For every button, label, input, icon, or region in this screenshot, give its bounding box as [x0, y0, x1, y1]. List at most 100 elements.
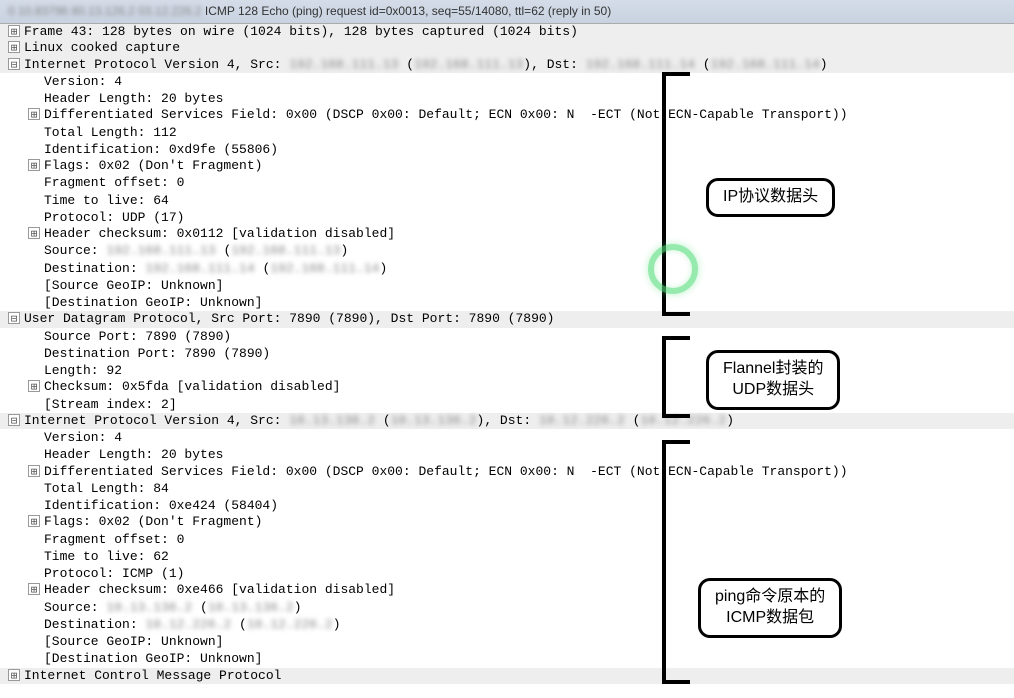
tree-row[interactable]: Version: 4 — [0, 429, 1014, 446]
row-text: Internet Protocol Version 4, Src: 192.16… — [24, 57, 1014, 73]
redacted-ip: 10.12.226.2 — [145, 617, 231, 632]
expander-placeholder — [28, 446, 40, 458]
tree-row[interactable]: Fragment offset: 0 — [0, 174, 1014, 191]
row-text: User Datagram Protocol, Src Port: 7890 (… — [24, 311, 1014, 327]
collapse-icon[interactable]: ⊟ — [8, 58, 20, 70]
tree-row[interactable]: Destination: 192.168.111.14 (192.168.111… — [0, 260, 1014, 277]
expander-placeholder — [28, 565, 40, 577]
tree-row[interactable]: Source: 10.13.136.2 (10.13.136.2) — [0, 599, 1014, 616]
tree-row[interactable]: Identification: 0xe424 (58404) — [0, 497, 1014, 514]
collapse-icon[interactable]: ⊟ — [8, 414, 20, 426]
highlight-circle — [648, 244, 698, 294]
tree-row[interactable]: Time to live: 62 — [0, 548, 1014, 565]
redacted-ip: 192.168.111.13 — [106, 243, 215, 258]
redacted-ip: 192.168.111.13 — [289, 57, 398, 72]
expander-placeholder — [28, 633, 40, 645]
tree-row[interactable]: ⊞ Header checksum: 0xe466 [validation dis… — [0, 582, 1014, 598]
tree-row[interactable]: [Source GeoIP: Unknown] — [0, 277, 1014, 294]
tree-row[interactable]: Version: 4 — [0, 73, 1014, 90]
expander-placeholder — [28, 277, 40, 289]
tree-row[interactable]: Header Length: 20 bytes — [0, 90, 1014, 107]
tree-row[interactable]: Source: 192.168.111.13 (192.168.111.13) — [0, 242, 1014, 259]
tree-row[interactable]: Total Length: 112 — [0, 124, 1014, 141]
tree-row[interactable]: ⊞Linux cooked capture — [0, 40, 1014, 56]
tree-row[interactable]: Fragment offset: 0 — [0, 531, 1014, 548]
expand-icon[interactable]: ⊞ — [28, 108, 40, 120]
expander-placeholder — [28, 141, 40, 153]
row-text: Destination: 10.12.226.2 (10.12.226.2) — [44, 617, 1014, 633]
tree-row[interactable]: ⊞Checksum: 0x5fda [validation disabled] — [0, 379, 1014, 395]
expander-placeholder — [28, 599, 40, 611]
row-text: Differentiated Services Field: 0x00 (DSC… — [44, 107, 1014, 123]
expander-placeholder — [28, 345, 40, 357]
tree-row[interactable]: Destination: 10.12.226.2 (10.12.226.2) — [0, 616, 1014, 633]
row-text: Header checksum: 0xe466 [validation disa… — [44, 582, 1014, 598]
row-text: Protocol: UDP (17) — [44, 210, 1014, 226]
expander-placeholder — [28, 174, 40, 186]
tree-row[interactable]: Source Port: 7890 (7890) — [0, 328, 1014, 345]
row-text: Source Port: 7890 (7890) — [44, 329, 1014, 345]
tree-row[interactable]: ⊞Differentiated Services Field: 0x00 (DS… — [0, 464, 1014, 480]
row-text: Source: 10.13.136.2 (10.13.136.2) — [44, 600, 1014, 616]
expander-placeholder — [28, 209, 40, 221]
tree-row[interactable]: Identification: 0xd9fe (55806) — [0, 141, 1014, 158]
redacted-ip: 10.13.136.2 — [208, 600, 294, 615]
tree-row[interactable]: Time to live: 64 — [0, 192, 1014, 209]
expander-placeholder — [28, 260, 40, 272]
tree-row[interactable]: ⊞Frame 43: 128 bytes on wire (1024 bits)… — [0, 24, 1014, 40]
row-text: Total Length: 84 — [44, 481, 1014, 497]
tree-row[interactable]: Header Length: 20 bytes — [0, 446, 1014, 463]
redacted-ip: 192.168.111.13 — [414, 57, 523, 72]
expand-icon[interactable]: ⊞ — [28, 583, 40, 595]
expander-placeholder — [28, 242, 40, 254]
row-text: [Destination GeoIP: Unknown] — [44, 651, 1014, 667]
tree-row[interactable]: ⊞ Header checksum: 0x0112 [validation dis… — [0, 226, 1014, 242]
tree-row[interactable]: ⊞ Flags: 0x02 (Don't Fragment) — [0, 514, 1014, 530]
tree-row[interactable]: Destination Port: 7890 (7890) — [0, 345, 1014, 362]
redacted-ip: 192.168.111.14 — [270, 261, 379, 276]
expand-icon[interactable]: ⊞ — [28, 227, 40, 239]
redacted-ip: 10.12.226.2 — [539, 413, 625, 428]
expander-placeholder — [28, 616, 40, 628]
row-text: Header checksum: 0x0112 [validation disa… — [44, 226, 1014, 242]
expander-placeholder — [28, 396, 40, 408]
row-text: Source: 192.168.111.13 (192.168.111.13) — [44, 243, 1014, 259]
bracket-section-2 — [662, 336, 690, 418]
tree-row[interactable]: ⊟Internet Protocol Version 4, Src: 10.13… — [0, 413, 1014, 429]
tree-row[interactable]: ⊞ Differentiated Services Field: 0x00 (DS… — [0, 107, 1014, 123]
tree-row[interactable]: ⊟ User Datagram Protocol, Src Port: 7890 … — [0, 311, 1014, 327]
tree-row[interactable]: [Destination GeoIP: Unknown] — [0, 294, 1014, 311]
tree-row[interactable]: [Source GeoIP: Unknown] — [0, 633, 1014, 650]
row-text: Protocol: ICMP (1) — [44, 566, 1014, 582]
row-text: Identification: 0xd9fe (55806) — [44, 142, 1014, 158]
tree-row[interactable]: ⊞ Internet Control Message Protocol — [0, 668, 1014, 684]
expand-icon[interactable]: ⊞ — [8, 25, 20, 37]
tree-row[interactable]: ⊟ Internet Protocol Version 4, Src: 192.1… — [0, 57, 1014, 73]
expand-icon[interactable]: ⊞ — [28, 159, 40, 171]
row-text: Flags: 0x02 (Don't Fragment) — [44, 514, 1014, 530]
row-text: Internet Control Message Protocol — [24, 668, 1014, 684]
row-text: Time to live: 62 — [44, 549, 1014, 565]
expand-icon[interactable]: ⊞ — [28, 380, 40, 392]
tree-row[interactable]: ⊞Flags: 0x02 (Don't Fragment) — [0, 158, 1014, 174]
expander-placeholder — [28, 497, 40, 509]
tree-row[interactable]: Protocol: UDP (17) — [0, 209, 1014, 226]
expand-icon[interactable]: ⊞ — [8, 41, 20, 53]
tree-row[interactable]: [Stream index: 2] — [0, 396, 1014, 413]
row-text: Header Length: 20 bytes — [44, 447, 1014, 463]
packet-details-tree[interactable]: ⊞Frame 43: 128 bytes on wire (1024 bits)… — [0, 24, 1014, 684]
expand-icon[interactable]: ⊞ — [28, 465, 40, 477]
tree-row[interactable]: Length: 92 — [0, 362, 1014, 379]
expand-icon[interactable]: ⊞ — [8, 669, 20, 681]
expander-placeholder — [28, 192, 40, 204]
expander-placeholder — [28, 328, 40, 340]
collapse-icon[interactable]: ⊟ — [8, 312, 20, 324]
tree-row[interactable]: Total Length: 84 — [0, 480, 1014, 497]
tree-row[interactable]: Protocol: ICMP (1) — [0, 565, 1014, 582]
expander-placeholder — [28, 73, 40, 85]
redacted-ip: 10.12.226.2 — [247, 617, 333, 632]
tree-row[interactable]: [Destination GeoIP: Unknown] — [0, 650, 1014, 667]
row-text: [Source GeoIP: Unknown] — [44, 634, 1014, 650]
expander-placeholder — [28, 548, 40, 560]
expand-icon[interactable]: ⊞ — [28, 515, 40, 527]
